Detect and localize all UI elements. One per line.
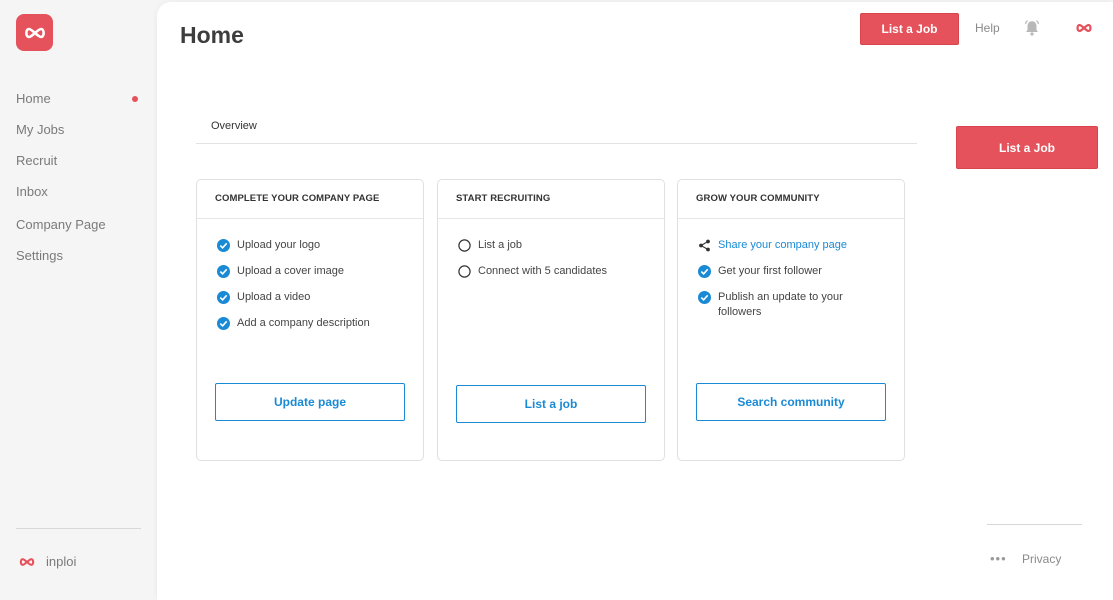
list-item[interactable]: Share your company page bbox=[697, 238, 904, 253]
account-infinity-icon[interactable] bbox=[1075, 21, 1093, 39]
privacy-link[interactable]: Privacy bbox=[1022, 552, 1061, 566]
list-item[interactable]: Upload a video bbox=[216, 290, 423, 305]
help-link[interactable]: Help bbox=[975, 21, 1000, 35]
list-item-label: Add a company description bbox=[237, 317, 370, 329]
card-complete-company-page: COMPLETE YOUR COMPANY PAGE Upload your l… bbox=[196, 179, 424, 461]
list-item[interactable]: Publish an update to your followers bbox=[697, 290, 904, 320]
check-circle-icon bbox=[217, 239, 230, 252]
sidebar-item-label: Home bbox=[16, 91, 51, 106]
list-item[interactable]: Upload a cover image bbox=[216, 264, 423, 279]
list-item-label: Upload your logo bbox=[237, 239, 321, 251]
active-indicator-dot bbox=[132, 96, 138, 102]
list-item-label: Get your first follower bbox=[718, 265, 822, 277]
sidebar-item-recruit[interactable]: Recruit bbox=[16, 150, 142, 181]
sidebar-item-label: Recruit bbox=[16, 153, 58, 168]
checklist: Upload your logo Upload a cover image Up… bbox=[197, 219, 423, 331]
sidebar: Home My Jobs Recruit Inbox Company Page … bbox=[0, 0, 157, 600]
tab-bar: Overview bbox=[196, 110, 917, 144]
empty-circle-icon bbox=[458, 239, 471, 252]
card-title: GROW YOUR COMMUNITY bbox=[678, 180, 904, 219]
sidebar-item-inbox[interactable]: Inbox bbox=[16, 181, 142, 212]
card-grow-community: GROW YOUR COMMUNITY Share your company p… bbox=[677, 179, 905, 461]
card-title: COMPLETE YOUR COMPANY PAGE bbox=[197, 180, 423, 219]
bell-icon[interactable] bbox=[1023, 19, 1041, 42]
list-item-label: List a job bbox=[478, 239, 523, 251]
tab-overview[interactable]: Overview bbox=[211, 120, 257, 132]
infinity-icon bbox=[19, 557, 35, 566]
footer-divider bbox=[987, 524, 1082, 525]
sidebar-item-label: My Jobs bbox=[16, 122, 65, 137]
checklist: List a job Connect with 5 candidates bbox=[438, 219, 664, 279]
list-item[interactable]: Add a company description bbox=[216, 316, 423, 331]
list-item-label: Upload a video bbox=[237, 291, 311, 303]
check-circle-icon bbox=[217, 291, 230, 304]
list-item[interactable]: List a job bbox=[457, 238, 664, 253]
list-job-side-button[interactable]: List a Job bbox=[956, 126, 1098, 169]
list-item-label: Upload a cover image bbox=[237, 265, 345, 277]
list-job-button[interactable]: List a Job bbox=[860, 13, 959, 45]
update-page-button[interactable]: Update page bbox=[215, 383, 405, 421]
check-circle-icon bbox=[698, 291, 711, 304]
list-item[interactable]: Connect with 5 candidates bbox=[457, 264, 664, 279]
sidebar-item-my-jobs[interactable]: My Jobs bbox=[16, 119, 142, 150]
list-item-label: Publish an update to your followers bbox=[718, 291, 843, 318]
sidebar-item-settings[interactable]: Settings bbox=[16, 245, 142, 276]
sidebar-item-company-page[interactable]: Company Page bbox=[16, 214, 142, 245]
check-circle-icon bbox=[698, 265, 711, 278]
share-company-page-link[interactable]: Share your company page bbox=[718, 238, 847, 253]
check-circle-icon bbox=[217, 317, 230, 330]
card-title: START RECRUITING bbox=[438, 180, 664, 219]
infinity-icon bbox=[24, 27, 45, 38]
page-title: Home bbox=[180, 22, 244, 48]
list-item[interactable]: Get your first follower bbox=[697, 264, 904, 279]
sidebar-item-label: Settings bbox=[16, 248, 63, 263]
brand-name: inploi bbox=[46, 554, 77, 569]
more-options-icon[interactable]: ••• bbox=[990, 551, 1007, 566]
sidebar-item-label: Inbox bbox=[16, 184, 48, 199]
sidebar-divider bbox=[16, 528, 141, 529]
sidebar-item-home[interactable]: Home bbox=[16, 88, 142, 119]
list-item[interactable]: Upload your logo bbox=[216, 238, 423, 253]
brand[interactable]: inploi bbox=[18, 554, 76, 569]
share-icon bbox=[699, 239, 710, 252]
list-item-label: Connect with 5 candidates bbox=[478, 265, 608, 277]
main-panel: Home List a Job Help Overview List a Job… bbox=[157, 2, 1113, 600]
sidebar-item-label: Company Page bbox=[16, 217, 106, 232]
list-job-card-button[interactable]: List a job bbox=[456, 385, 646, 423]
check-circle-icon bbox=[217, 265, 230, 278]
card-start-recruiting: START RECRUITING List a job Connect with… bbox=[437, 179, 665, 461]
sidebar-nav: Home My Jobs Recruit Inbox Company Page … bbox=[16, 88, 142, 276]
checklist: Share your company page Get your first f… bbox=[678, 219, 904, 320]
logo[interactable] bbox=[16, 14, 53, 51]
search-community-button[interactable]: Search community bbox=[696, 383, 886, 421]
empty-circle-icon bbox=[458, 265, 471, 278]
